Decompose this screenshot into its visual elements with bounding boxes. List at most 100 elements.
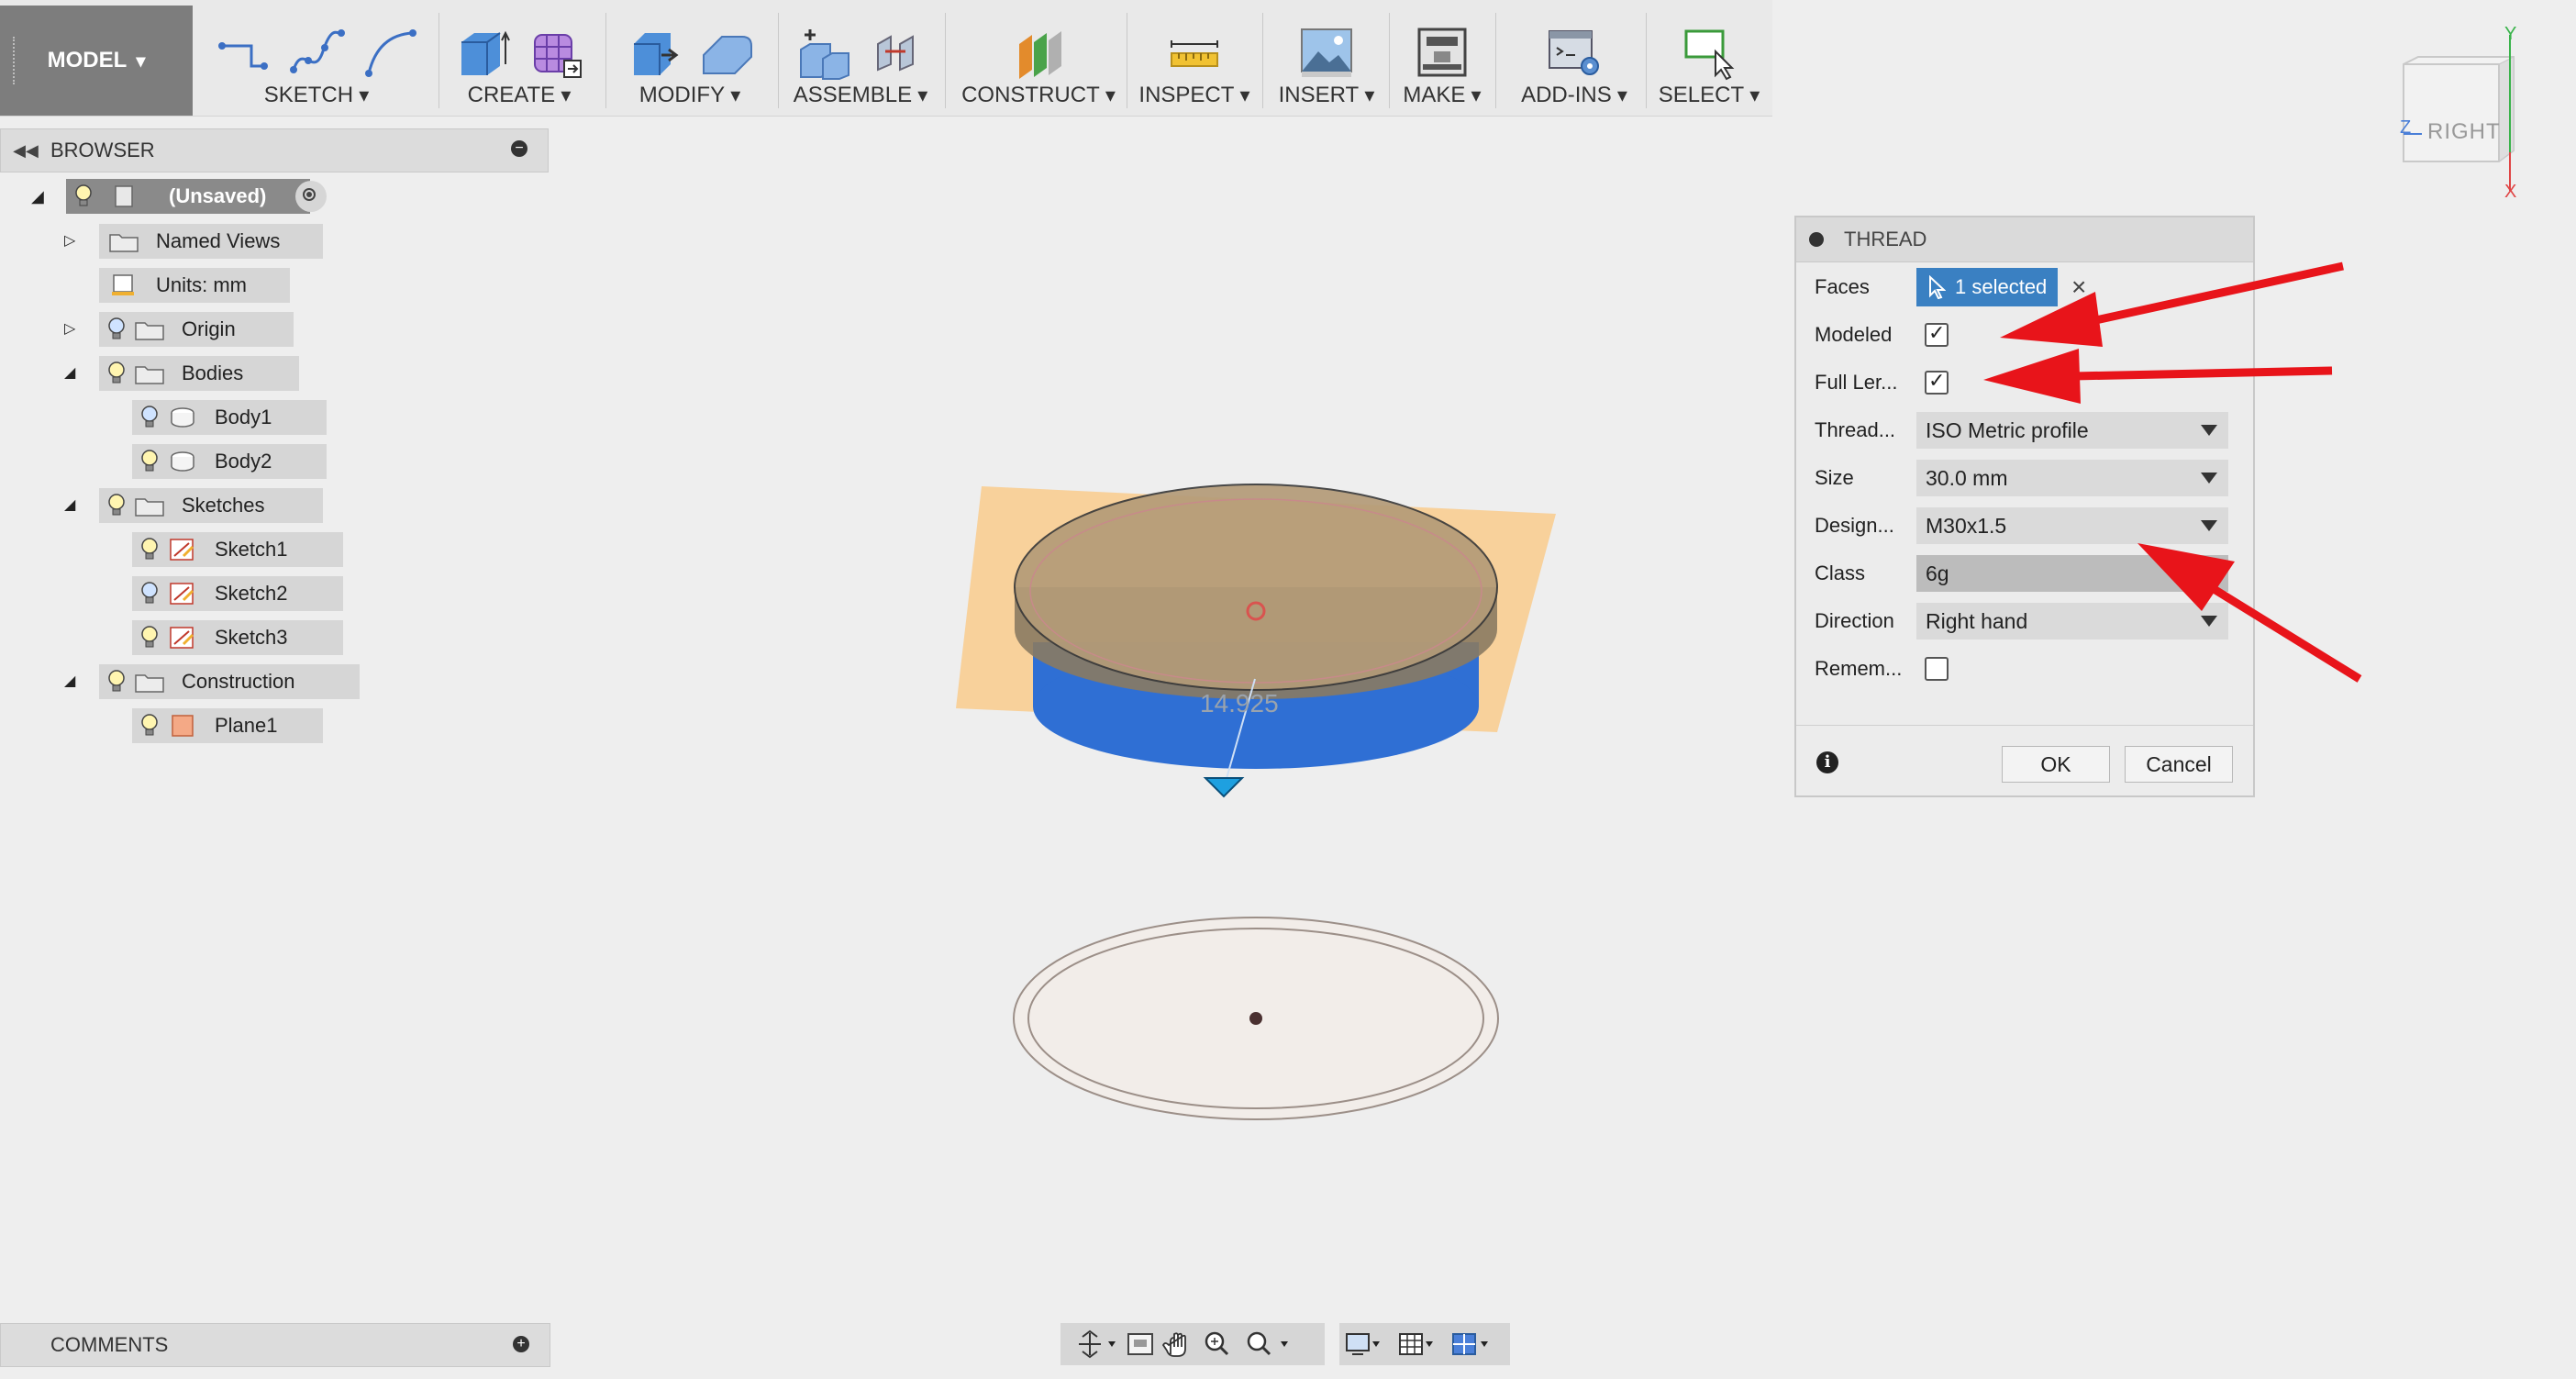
size-row: Size 30.0 mm: [1796, 460, 2253, 496]
direction-value: Right hand: [1926, 608, 2028, 633]
plane-icon: [172, 715, 194, 737]
visibility-bulb-icon[interactable]: [139, 713, 160, 739]
viewcube-face-label[interactable]: RIGHT: [2427, 119, 2501, 145]
expand-triangle-icon[interactable]: ◢: [64, 495, 75, 514]
browser-header[interactable]: ◀◀ BROWSER −: [0, 128, 549, 172]
minimize-icon[interactable]: −: [511, 140, 527, 157]
class-dropdown[interactable]: 6g: [1916, 555, 2228, 592]
manipulator-arrow-icon[interactable]: [1203, 777, 1245, 798]
look-at-icon[interactable]: [1127, 1333, 1153, 1355]
zoom-icon[interactable]: [1205, 1331, 1229, 1356]
info-icon[interactable]: i: [1816, 751, 1838, 773]
browser-item-sketch2[interactable]: Sketch2: [132, 576, 343, 611]
browser-item-named-views[interactable]: Named Views: [99, 224, 323, 259]
visibility-bulb-icon[interactable]: [139, 449, 160, 474]
designation-value: M30x1.5: [1926, 513, 2007, 538]
expand-triangle-icon[interactable]: ◢: [31, 187, 44, 206]
browser-item-plane1[interactable]: Plane1: [132, 708, 323, 743]
direction-label: Direction: [1815, 609, 1894, 632]
expand-triangle-icon[interactable]: ◢: [64, 363, 75, 382]
visibility-bulb-icon[interactable]: [106, 669, 127, 695]
faces-selection-button[interactable]: 1 selected: [1916, 268, 2058, 306]
browser-item-label: Construction: [182, 670, 295, 693]
size-label: Size: [1815, 466, 1854, 489]
browser-item-bodies[interactable]: Bodies: [99, 356, 299, 391]
direction-dropdown[interactable]: Right hand: [1916, 603, 2228, 639]
root-component-label: (Unsaved): [169, 184, 267, 207]
clear-selection-icon[interactable]: ×: [2071, 272, 2086, 302]
dropdown-arrow-icon: [2201, 568, 2217, 579]
visibility-bulb-icon[interactable]: [73, 183, 94, 209]
browser-item-label: Named Views: [156, 229, 281, 252]
collapsed-triangle-icon[interactable]: ▷: [64, 319, 75, 338]
thread-dialog-footer: i OK Cancel: [1796, 725, 2253, 795]
modeled-row: Modeled: [1796, 317, 2253, 353]
thread-type-dropdown[interactable]: ISO Metric profile: [1916, 412, 2228, 449]
body-icon: [171, 451, 194, 472]
visibility-bulb-icon[interactable]: [106, 361, 127, 386]
remember-row: Remem...: [1796, 651, 2253, 687]
comments-panel[interactable]: COMMENTS +: [0, 1323, 550, 1367]
visibility-bulb-icon[interactable]: [139, 625, 160, 651]
visibility-bulb-icon[interactable]: [139, 581, 160, 606]
browser-item-units[interactable]: Units: mm: [99, 268, 290, 303]
remember-label: Remem...: [1815, 657, 1903, 680]
folder-icon: [135, 322, 164, 340]
browser-item-body1[interactable]: Body1: [132, 400, 327, 435]
designation-dropdown[interactable]: M30x1.5: [1916, 507, 2228, 544]
display-settings-icon[interactable]: [1346, 1333, 1380, 1355]
activate-radio[interactable]: [295, 181, 327, 212]
ok-button[interactable]: OK: [2002, 746, 2110, 783]
orbit-icon[interactable]: [1079, 1329, 1116, 1359]
viewcube[interactable]: RIGHT Y Z X: [2376, 24, 2523, 211]
sketch-center-point: [1249, 1012, 1262, 1025]
cancel-button[interactable]: Cancel: [2125, 746, 2233, 783]
designation-row: Design... M30x1.5: [1796, 507, 2253, 544]
browser-item-label: Units: mm: [156, 273, 247, 296]
visibility-bulb-icon[interactable]: [106, 317, 127, 342]
browser-item-sketch3[interactable]: Sketch3: [132, 620, 343, 655]
pan-hand-icon[interactable]: [1161, 1332, 1186, 1357]
full-length-checkbox[interactable]: [1925, 369, 1949, 395]
viewports-icon[interactable]: [1452, 1333, 1488, 1355]
size-dropdown[interactable]: 30.0 mm: [1916, 460, 2228, 496]
cursor-arrow-icon: [1929, 275, 1946, 299]
zoom-window-icon[interactable]: [1247, 1331, 1288, 1356]
folder-icon: [135, 498, 164, 517]
expand-triangle-icon[interactable]: ◢: [64, 672, 75, 690]
document-units-icon: [112, 274, 134, 295]
dimension-label: 14.925: [1200, 689, 1279, 717]
browser-panel: ◀◀ BROWSER −: [0, 128, 549, 172]
collapse-icon[interactable]: [1809, 232, 1824, 247]
browser-item-label: Bodies: [182, 361, 244, 384]
component-icon: [115, 185, 133, 207]
thread-dialog-header[interactable]: THREAD: [1796, 217, 2253, 262]
axis-y-label: Y: [2504, 24, 2517, 44]
sketch-icon: [170, 583, 194, 605]
modeled-checkbox[interactable]: [1925, 321, 1949, 347]
remember-checkbox[interactable]: [1925, 657, 1949, 681]
selected-thread-face[interactable]: [1014, 484, 1498, 691]
comments-title: COMMENTS: [50, 1333, 169, 1356]
folder-icon: [135, 674, 164, 693]
expand-plus-icon[interactable]: +: [513, 1336, 529, 1352]
browser-item-body2[interactable]: Body2: [132, 444, 327, 479]
browser-item-origin[interactable]: Origin: [99, 312, 294, 347]
visibility-bulb-icon[interactable]: [139, 537, 160, 562]
browser-item-sketch1[interactable]: Sketch1: [132, 532, 343, 567]
browser-item-label: Body2: [215, 450, 272, 473]
browser-item-sketches[interactable]: Sketches: [99, 488, 323, 523]
sketch-icon: [170, 539, 194, 561]
root-component-node[interactable]: (Unsaved): [66, 179, 310, 214]
browser-item-label: Sketch3: [215, 626, 288, 649]
grid-settings-icon[interactable]: [1399, 1333, 1433, 1355]
collapsed-triangle-icon[interactable]: ▷: [64, 231, 75, 250]
collapse-panel-icon[interactable]: ◀◀: [1, 141, 50, 161]
visibility-bulb-icon[interactable]: [106, 493, 127, 518]
axis-x-label: X: [2504, 182, 2517, 202]
visibility-bulb-icon[interactable]: [139, 405, 160, 430]
class-value: 6g: [1926, 561, 1949, 585]
navbar-icons: [1079, 1329, 1488, 1359]
browser-item-construction[interactable]: Construction: [99, 664, 360, 699]
browser-title: BROWSER: [50, 139, 155, 161]
